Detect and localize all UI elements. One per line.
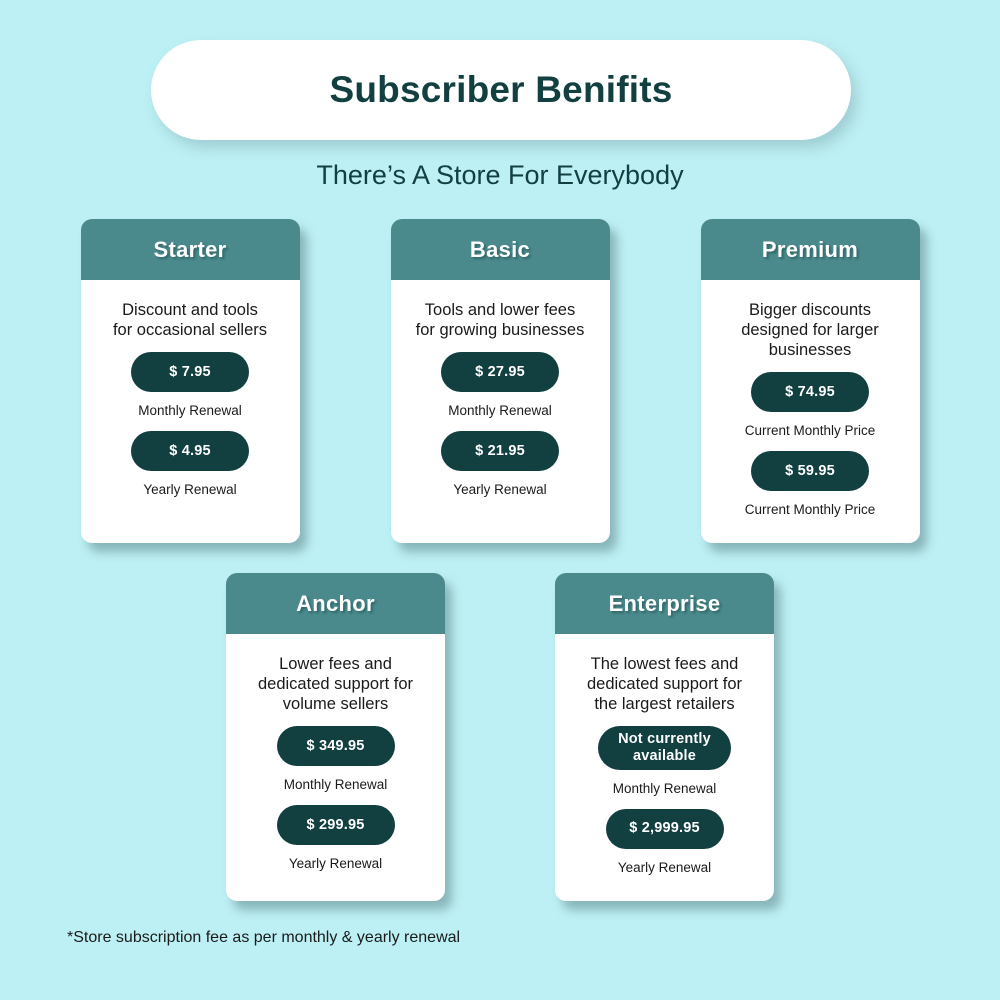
plan-card-header: Anchor (226, 573, 445, 634)
page-subtitle: There’s A Store For Everybody (316, 160, 684, 190)
plan-name: Enterprise (608, 590, 721, 616)
pricing-cards-row-bottom: Anchor Lower fees and dedicated support … (0, 573, 1000, 901)
plan-primary-price-button[interactable]: $ 27.95 (441, 352, 559, 393)
plan-primary-price-label: Monthly Renewal (138, 403, 242, 419)
plan-description: Bigger discounts designed for larger bus… (741, 301, 879, 360)
plan-description: Discount and tools for occasional seller… (112, 301, 268, 340)
plan-card-header: Premium (700, 219, 920, 280)
page-title: Subscriber Benifits (329, 69, 673, 110)
plan-secondary-price-button[interactable]: $ 59.95 (751, 451, 869, 492)
plan-secondary-price-label: Current Monthly Price (744, 502, 876, 518)
plan-card-body: Lower fees and dedicated support for vol… (226, 634, 445, 901)
plan-secondary-price-button[interactable]: $ 2,999.95 (605, 808, 724, 849)
plan-secondary-price-label: Yearly Renewal (288, 856, 383, 872)
plan-card-premium[interactable]: Premium Bigger discounts designed for la… (700, 219, 920, 544)
plan-card-basic[interactable]: Basic Tools and lower fees for growing b… (390, 219, 610, 544)
plan-card-header: Enterprise (555, 573, 774, 634)
plan-card-body: Discount and tools for occasional seller… (81, 280, 300, 543)
plan-primary-price-button[interactable]: $ 349.95 (276, 726, 395, 767)
plan-card-enterprise[interactable]: Enterprise The lowest fees and dedicated… (555, 573, 774, 901)
plan-card-header: Basic (390, 219, 610, 280)
plan-card-body: Bigger discounts designed for larger bus… (701, 280, 920, 543)
plan-secondary-price-button[interactable]: $ 4.95 (131, 431, 249, 472)
plan-description: Tools and lower fees for growing busines… (415, 301, 585, 340)
plan-primary-price-button[interactable]: $ 7.95 (131, 352, 249, 393)
plan-card-body: Tools and lower fees for growing busines… (391, 280, 610, 543)
plan-primary-price-label: Current Monthly Price (744, 423, 876, 439)
plan-name: Basic (469, 236, 531, 262)
footnote: *Store subscription fee as per monthly &… (67, 929, 461, 946)
plan-name: Anchor (296, 590, 375, 616)
pricing-cards-row-top: Starter Discount and tools for occasiona… (0, 219, 1000, 544)
plan-primary-price-label: Monthly Renewal (612, 780, 717, 796)
plan-description: Lower fees and dedicated support for vol… (257, 655, 414, 714)
plan-card-body: The lowest fees and dedicated support fo… (555, 634, 774, 901)
plan-description: The lowest fees and dedicated support fo… (586, 655, 743, 714)
plan-secondary-price-label: Yearly Renewal (453, 482, 547, 498)
plan-secondary-price-button[interactable]: $ 21.95 (441, 431, 559, 472)
plan-primary-price-label: Monthly Renewal (448, 403, 552, 419)
plan-secondary-price-button[interactable]: $ 299.95 (276, 805, 395, 846)
plan-card-header: Starter (80, 219, 300, 280)
page-title-banner: Subscriber Benifits (151, 40, 851, 140)
plan-primary-price-button[interactable]: $ 74.95 (751, 372, 869, 413)
plan-secondary-price-label: Yearly Renewal (143, 482, 237, 498)
plan-primary-price-button: Not currently available (598, 726, 731, 770)
plan-card-starter[interactable]: Starter Discount and tools for occasiona… (80, 219, 300, 544)
plan-primary-price-label: Monthly Renewal (283, 777, 388, 793)
plan-name: Starter (153, 236, 227, 262)
plan-name: Premium (761, 236, 859, 262)
plan-secondary-price-label: Yearly Renewal (617, 859, 712, 875)
plan-card-anchor[interactable]: Anchor Lower fees and dedicated support … (226, 573, 445, 901)
